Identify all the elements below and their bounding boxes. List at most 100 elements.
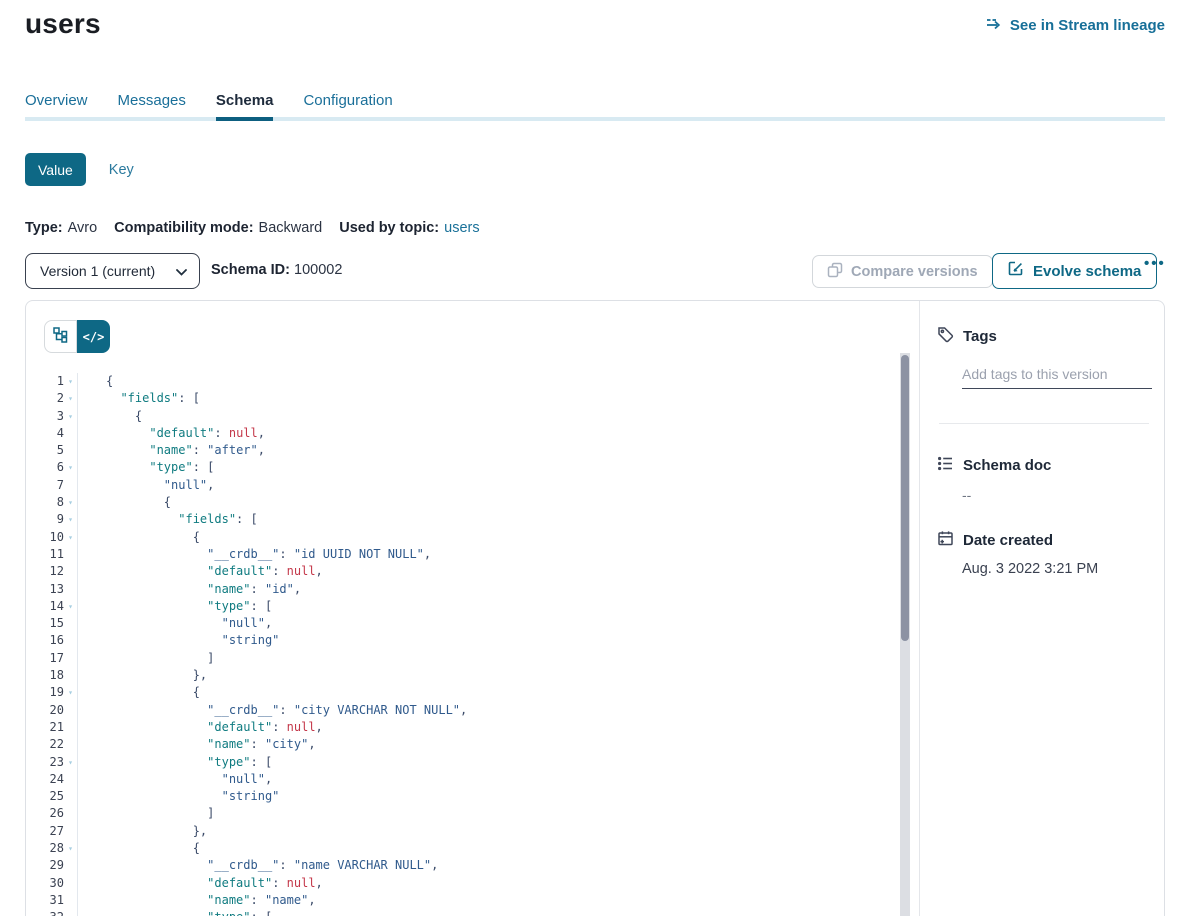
fold-spacer <box>64 477 77 494</box>
line-number: 31 <box>26 892 64 909</box>
fold-arrow-icon[interactable]: ▾ <box>64 598 77 615</box>
code-text: "default": null, <box>77 425 917 442</box>
line-number: 14 <box>26 598 64 615</box>
line-number: 29 <box>26 857 64 874</box>
scrollbar-thumb[interactable] <box>901 355 909 641</box>
fold-spacer <box>64 719 77 736</box>
chevron-down-icon <box>176 263 187 279</box>
line-number: 22 <box>26 736 64 753</box>
code-text: ] <box>77 650 917 667</box>
fold-arrow-icon[interactable]: ▾ <box>64 373 77 390</box>
code-text: "type": [ <box>77 598 917 615</box>
fold-spacer <box>64 875 77 892</box>
version-select[interactable]: Version 1 (current) <box>25 253 200 289</box>
fold-arrow-icon[interactable]: ▾ <box>64 511 77 528</box>
code-text: "null", <box>77 771 917 788</box>
code-line: 29 "__crdb__": "name VARCHAR NULL", <box>26 857 917 874</box>
fold-spacer <box>64 632 77 649</box>
code-line: 6▾ "type": [ <box>26 459 917 476</box>
code-line: 24 "null", <box>26 771 917 788</box>
code-text: "fields": [ <box>77 390 917 407</box>
fold-arrow-icon[interactable]: ▾ <box>64 684 77 701</box>
fold-arrow-icon[interactable]: ▾ <box>64 494 77 511</box>
line-number: 10 <box>26 529 64 546</box>
sidebar-divider <box>939 423 1149 424</box>
tree-view-button[interactable] <box>44 320 77 353</box>
code-editor[interactable]: 1▾{2▾ "fields": [3▾ {4 "default": null,5… <box>26 373 917 916</box>
fold-arrow-icon[interactable]: ▾ <box>64 909 77 916</box>
schema-doc-heading-label: Schema doc <box>963 457 1051 474</box>
stream-lineage-icon <box>986 15 1003 35</box>
fold-arrow-icon[interactable]: ▾ <box>64 754 77 771</box>
fold-arrow-icon[interactable]: ▾ <box>64 840 77 857</box>
tags-section-heading: Tags <box>937 326 1148 347</box>
line-number: 25 <box>26 788 64 805</box>
value-key-toggle: Value Key <box>25 153 134 186</box>
code-line: 15 "null", <box>26 615 917 632</box>
code-line: 7 "null", <box>26 477 917 494</box>
fold-spacer <box>64 702 77 719</box>
key-toggle-link[interactable]: Key <box>109 162 134 178</box>
code-text: "__crdb__": "city VARCHAR NOT NULL", <box>77 702 917 719</box>
tab-schema[interactable]: Schema <box>216 91 274 121</box>
evolve-schema-label: Evolve schema <box>1033 263 1141 280</box>
line-number: 15 <box>26 615 64 632</box>
fold-spacer <box>64 581 77 598</box>
add-tags-input[interactable] <box>962 366 1152 389</box>
more-options-button[interactable]: ••• <box>1144 255 1166 272</box>
line-number: 18 <box>26 667 64 684</box>
line-number: 6 <box>26 459 64 476</box>
fold-spacer <box>64 771 77 788</box>
calendar-plus-icon <box>937 530 954 551</box>
code-text: "string" <box>77 632 917 649</box>
line-number: 2 <box>26 390 64 407</box>
lineage-link-label: See in Stream lineage <box>1010 17 1165 34</box>
code-text: { <box>77 684 917 701</box>
code-line: 27 }, <box>26 823 917 840</box>
fold-arrow-icon[interactable]: ▾ <box>64 390 77 407</box>
fold-spacer <box>64 788 77 805</box>
schema-view-toggle: </> <box>44 320 110 353</box>
fold-spacer <box>64 736 77 753</box>
line-number: 5 <box>26 442 64 459</box>
code-line: 31 "name": "name", <box>26 892 917 909</box>
date-created-value: Aug. 3 2022 3:21 PM <box>962 561 1148 577</box>
fold-arrow-icon[interactable]: ▾ <box>64 459 77 476</box>
fold-arrow-icon[interactable]: ▾ <box>64 529 77 546</box>
compare-versions-button[interactable]: Compare versions <box>812 255 993 288</box>
code-text: { <box>77 373 917 390</box>
code-line: 14▾ "type": [ <box>26 598 917 615</box>
code-line: 13 "name": "id", <box>26 581 917 598</box>
fold-spacer <box>64 615 77 632</box>
used-by-topic-link[interactable]: users <box>444 220 479 236</box>
fold-arrow-icon[interactable]: ▾ <box>64 408 77 425</box>
code-view-button[interactable]: </> <box>77 320 110 353</box>
code-line: 3▾ { <box>26 408 917 425</box>
fold-spacer <box>64 650 77 667</box>
scrollbar[interactable] <box>900 353 910 916</box>
schema-page: users See in Stream lineage Overview Mes… <box>0 0 1189 916</box>
evolve-schema-button[interactable]: Evolve schema <box>992 253 1157 289</box>
date-created-section-heading: Date created <box>937 530 1148 551</box>
code-line: 4 "default": null, <box>26 425 917 442</box>
used-by-topic-label: Used by topic: <box>339 220 439 236</box>
code-line: 25 "string" <box>26 788 917 805</box>
compatibility-label: Compatibility mode: <box>114 220 253 236</box>
line-number: 11 <box>26 546 64 563</box>
code-line: 21 "default": null, <box>26 719 917 736</box>
code-line: 10▾ { <box>26 529 917 546</box>
schema-sidebar: Tags Schema doc -- <box>920 301 1164 916</box>
code-text: "type": [ <box>77 754 917 771</box>
value-toggle-button[interactable]: Value <box>25 153 86 186</box>
fold-spacer <box>64 546 77 563</box>
code-line: 32▾ "type": [ <box>26 909 917 916</box>
compatibility-value: Backward <box>259 220 323 236</box>
code-text: { <box>77 494 917 511</box>
code-line: 5 "name": "after", <box>26 442 917 459</box>
code-line: 22 "name": "city", <box>26 736 917 753</box>
line-number: 16 <box>26 632 64 649</box>
version-select-value: Version 1 (current) <box>40 263 176 279</box>
see-in-stream-lineage-link[interactable]: See in Stream lineage <box>986 15 1165 35</box>
code-line: 23▾ "type": [ <box>26 754 917 771</box>
line-number: 27 <box>26 823 64 840</box>
